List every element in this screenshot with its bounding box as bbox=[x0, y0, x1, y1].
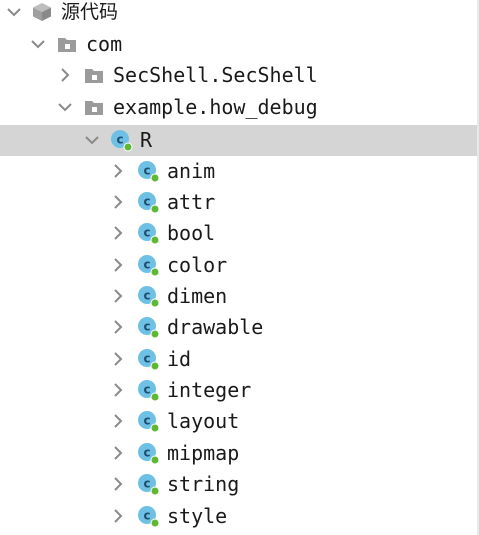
svg-text:c: c bbox=[143, 164, 150, 178]
class-icon: c bbox=[136, 159, 160, 183]
class-icon: c bbox=[136, 409, 160, 433]
svg-text:c: c bbox=[143, 352, 150, 366]
tree-node-child[interactable]: c bool bbox=[0, 218, 479, 249]
class-icon: c bbox=[136, 378, 160, 402]
chevron-right-icon[interactable] bbox=[109, 381, 127, 399]
chevron-right-icon[interactable] bbox=[56, 66, 74, 84]
tree-node-label: drawable bbox=[167, 315, 264, 339]
svg-text:c: c bbox=[143, 195, 150, 209]
svg-text:c: c bbox=[143, 446, 150, 460]
tree-node-label: example.how_debug bbox=[113, 95, 318, 119]
tree-node-source-root[interactable]: 源代码 bbox=[0, 0, 479, 28]
class-icon: c bbox=[136, 315, 160, 339]
chevron-down-icon[interactable] bbox=[56, 98, 74, 116]
chevron-down-icon[interactable] bbox=[83, 131, 101, 149]
svg-text:c: c bbox=[143, 383, 150, 397]
source-root-icon bbox=[30, 0, 54, 24]
tree-node-child[interactable]: c anim bbox=[0, 156, 479, 187]
tree-node-child[interactable]: c id bbox=[0, 344, 479, 375]
chevron-right-icon[interactable] bbox=[109, 193, 127, 211]
source-tree: 源代码 com SecShell.SecShell example.how_de… bbox=[0, 0, 479, 535]
package-icon bbox=[55, 32, 79, 56]
class-icon: c bbox=[136, 221, 160, 245]
class-icon: c bbox=[136, 472, 160, 496]
tree-node-label: layout bbox=[167, 409, 240, 433]
tree-node-child[interactable]: c layout bbox=[0, 406, 479, 437]
chevron-right-icon[interactable] bbox=[109, 475, 127, 493]
tree-node-label: SecShell.SecShell bbox=[113, 63, 318, 87]
class-icon: c bbox=[136, 284, 160, 308]
class-icon: c bbox=[136, 441, 160, 465]
tree-node-label: bool bbox=[167, 221, 216, 245]
chevron-right-icon[interactable] bbox=[109, 412, 127, 430]
chevron-right-icon[interactable] bbox=[109, 287, 127, 305]
class-icon: c bbox=[136, 190, 160, 214]
tree-node-label: style bbox=[167, 504, 228, 528]
tree-node-child[interactable]: c color bbox=[0, 250, 479, 281]
svg-text:c: c bbox=[143, 226, 150, 240]
tree-node-label: mipmap bbox=[167, 441, 240, 465]
class-icon: c bbox=[136, 253, 160, 277]
chevron-down-icon[interactable] bbox=[5, 3, 23, 21]
chevron-right-icon[interactable] bbox=[109, 507, 127, 525]
tree-node-child[interactable]: c style bbox=[0, 501, 479, 532]
tree-node-label: color bbox=[167, 253, 228, 277]
svg-text:c: c bbox=[116, 133, 123, 147]
chevron-right-icon[interactable] bbox=[109, 350, 127, 368]
tree-node-label: dimen bbox=[167, 284, 228, 308]
tree-node-child[interactable]: c dimen bbox=[0, 281, 479, 312]
tree-node-child[interactable]: c string bbox=[0, 469, 479, 500]
chevron-right-icon[interactable] bbox=[109, 162, 127, 180]
class-icon: c bbox=[136, 504, 160, 528]
svg-text:c: c bbox=[143, 320, 150, 334]
chevron-right-icon[interactable] bbox=[109, 256, 127, 274]
tree-node-label: attr bbox=[167, 190, 216, 214]
tree-node-label: id bbox=[167, 347, 192, 371]
tree-node-label: integer bbox=[167, 378, 252, 402]
tree-node-com[interactable]: com bbox=[0, 29, 479, 60]
tree-node-label: string bbox=[167, 472, 240, 496]
svg-text:c: c bbox=[143, 289, 150, 303]
tree-node-child[interactable]: c integer bbox=[0, 375, 479, 406]
tree-node-label: com bbox=[86, 32, 123, 56]
chevron-right-icon[interactable] bbox=[109, 224, 127, 242]
package-icon bbox=[82, 95, 106, 119]
class-icon: c bbox=[109, 128, 133, 152]
tree-node-example[interactable]: example.how_debug bbox=[0, 92, 479, 123]
chevron-right-icon[interactable] bbox=[109, 444, 127, 462]
tree-node-label: R bbox=[140, 128, 153, 152]
svg-text:c: c bbox=[143, 414, 150, 428]
tree-node-label: anim bbox=[167, 159, 216, 183]
tree-node-secshell[interactable]: SecShell.SecShell bbox=[0, 60, 479, 91]
tree-node-child[interactable]: c drawable bbox=[0, 312, 479, 343]
chevron-right-icon[interactable] bbox=[109, 318, 127, 336]
tree-node-label: 源代码 bbox=[61, 1, 119, 23]
tree-node-child[interactable]: c mipmap bbox=[0, 438, 479, 469]
package-icon bbox=[82, 63, 106, 87]
svg-text:c: c bbox=[143, 258, 150, 272]
svg-text:c: c bbox=[143, 509, 150, 523]
class-icon: c bbox=[136, 347, 160, 371]
tree-node-r-class[interactable]: c R bbox=[0, 125, 479, 156]
tree-node-child[interactable]: c attr bbox=[0, 187, 479, 218]
chevron-down-icon[interactable] bbox=[29, 35, 47, 53]
svg-text:c: c bbox=[143, 477, 150, 491]
